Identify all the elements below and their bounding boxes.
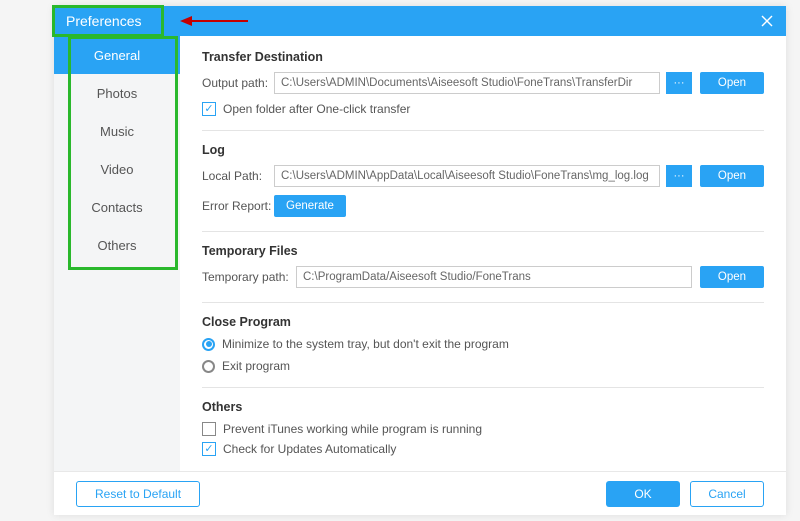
- cancel-button[interactable]: Cancel: [690, 481, 764, 507]
- output-browse-button[interactable]: ···: [666, 72, 692, 94]
- sidebar-item-label: Video: [100, 162, 133, 177]
- output-open-button[interactable]: Open: [700, 72, 764, 94]
- sidebar-item-label: Photos: [97, 86, 137, 101]
- divider: [202, 387, 764, 388]
- footer: Reset to Default OK Cancel: [54, 471, 786, 515]
- section-close: Close Program Minimize to the system tra…: [202, 315, 764, 373]
- divider: [202, 231, 764, 232]
- generate-button[interactable]: Generate: [274, 195, 346, 217]
- temp-open-button[interactable]: Open: [700, 266, 764, 288]
- section-log: Log Local Path: ··· Open Error Report: G…: [202, 143, 764, 217]
- error-report-label: Error Report:: [202, 199, 274, 213]
- sidebar-item-others[interactable]: Others: [54, 226, 180, 264]
- section-title: Log: [202, 143, 764, 157]
- check-updates-label: Check for Updates Automatically: [223, 442, 396, 456]
- reset-button[interactable]: Reset to Default: [76, 481, 200, 507]
- open-after-checkbox[interactable]: [202, 102, 216, 116]
- prevent-itunes-label: Prevent iTunes working while program is …: [223, 422, 482, 436]
- check-updates-checkbox[interactable]: [202, 442, 216, 456]
- sidebar-item-label: Others: [97, 238, 136, 253]
- sidebar-item-photos[interactable]: Photos: [54, 74, 180, 112]
- output-path-label: Output path:: [202, 76, 274, 90]
- prevent-itunes-checkbox[interactable]: [202, 422, 216, 436]
- minimize-label: Minimize to the system tray, but don't e…: [222, 337, 509, 351]
- exit-label: Exit program: [222, 359, 290, 373]
- section-transfer: Transfer Destination Output path: ··· Op…: [202, 50, 764, 116]
- temp-path-label: Temporary path:: [202, 270, 296, 284]
- minimize-radio[interactable]: [202, 338, 215, 351]
- sidebar-item-label: Music: [100, 124, 134, 139]
- body: General Photos Music Video Contacts Othe…: [54, 36, 786, 471]
- local-path-input[interactable]: [274, 165, 660, 187]
- ok-button[interactable]: OK: [606, 481, 680, 507]
- titlebar: Preferences: [54, 6, 786, 36]
- sidebar-item-contacts[interactable]: Contacts: [54, 188, 180, 226]
- local-open-button[interactable]: Open: [700, 165, 764, 187]
- divider: [202, 302, 764, 303]
- exit-radio[interactable]: [202, 360, 215, 373]
- output-path-input[interactable]: [274, 72, 660, 94]
- close-button[interactable]: [748, 6, 786, 36]
- local-browse-button[interactable]: ···: [666, 165, 692, 187]
- sidebar-item-music[interactable]: Music: [54, 112, 180, 150]
- section-title: Temporary Files: [202, 244, 764, 258]
- divider: [202, 130, 764, 131]
- section-others: Others Prevent iTunes working while prog…: [202, 400, 764, 456]
- preferences-window: Preferences General Photos Music Video C…: [54, 6, 786, 515]
- sidebar-item-general[interactable]: General: [54, 36, 180, 74]
- sidebar-item-video[interactable]: Video: [54, 150, 180, 188]
- sidebar-item-label: General: [94, 48, 140, 63]
- window-title: Preferences: [66, 13, 141, 29]
- open-after-label: Open folder after One-click transfer: [223, 102, 410, 116]
- close-icon: [761, 15, 773, 27]
- section-title: Transfer Destination: [202, 50, 764, 64]
- local-path-label: Local Path:: [202, 169, 274, 183]
- section-title: Others: [202, 400, 764, 414]
- temp-path-input[interactable]: [296, 266, 692, 288]
- content: Transfer Destination Output path: ··· Op…: [180, 36, 786, 471]
- sidebar-item-label: Contacts: [91, 200, 142, 215]
- section-title: Close Program: [202, 315, 764, 329]
- section-temp: Temporary Files Temporary path: Open: [202, 244, 764, 288]
- sidebar: General Photos Music Video Contacts Othe…: [54, 36, 180, 471]
